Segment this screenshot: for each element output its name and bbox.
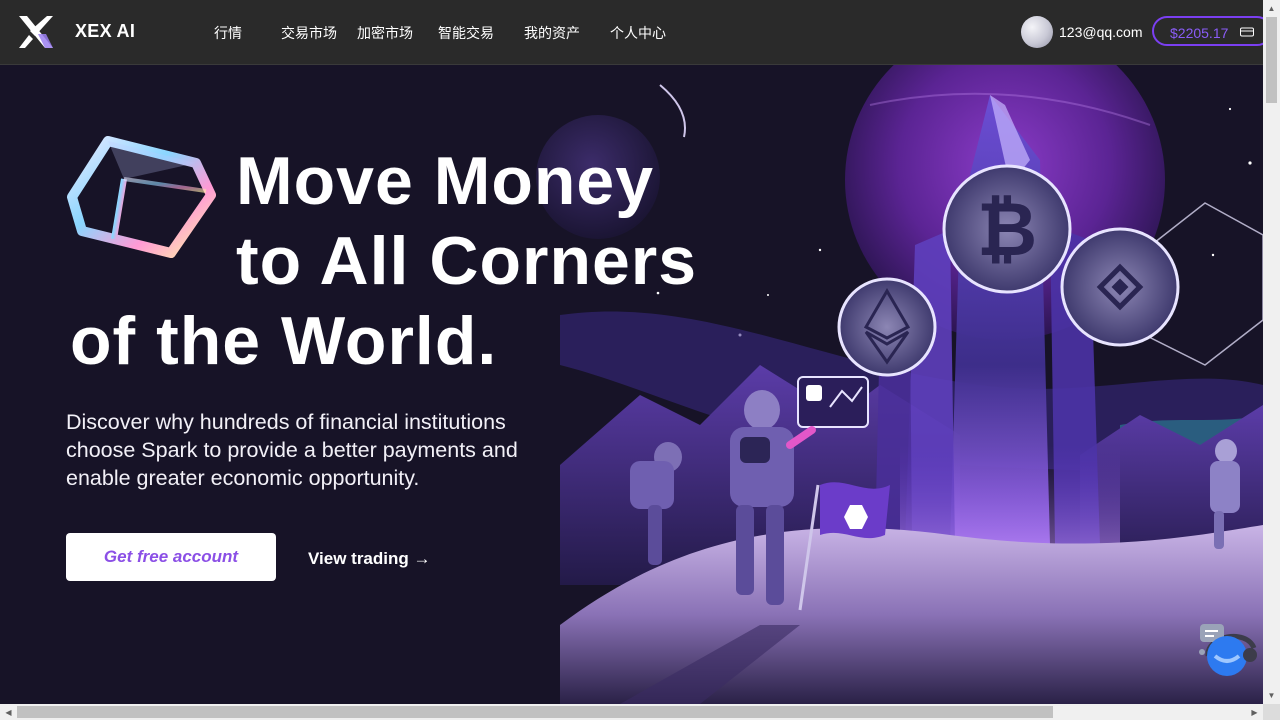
binance-icon <box>1060 227 1180 347</box>
user-email[interactable]: 123@qq.com <box>1059 24 1142 40</box>
brand-name[interactable]: XEX AI <box>75 21 135 42</box>
bitcoin-icon: ₿ <box>942 164 1072 294</box>
nav-my-assets[interactable]: 我的资产 <box>524 23 580 43</box>
nav-trading-market[interactable]: 交易市场 <box>281 23 337 43</box>
nav-smart-trading[interactable]: 智能交易 <box>438 23 494 43</box>
view-trading-link[interactable]: View trading → <box>308 549 431 569</box>
balance-value: $2205.17 <box>1170 25 1229 41</box>
wallet-icon <box>1240 27 1254 37</box>
headline-line-3: of the World. <box>70 303 498 379</box>
scroll-up-arrow-icon[interactable]: ▲ <box>1263 0 1280 17</box>
vertical-scrollbar[interactable]: ▲ ▼ <box>1263 0 1280 704</box>
horizontal-scrollbar[interactable]: ◀ ▶ <box>0 704 1263 720</box>
headset-chat-icon[interactable] <box>1198 622 1262 682</box>
balance-button[interactable]: $2205.17 <box>1152 16 1272 46</box>
scrollbar-corner <box>1263 704 1280 720</box>
headline-line-1: Move Money <box>236 143 655 219</box>
hero-section: ₿ Move Money to All Corners of the World… <box>0 65 1263 704</box>
svg-text:₿: ₿ <box>977 187 1037 273</box>
horizontal-scroll-thumb[interactable] <box>17 706 1053 718</box>
ethereum-icon <box>837 277 937 377</box>
scroll-left-arrow-icon[interactable]: ◀ <box>0 704 17 720</box>
avatar[interactable] <box>1021 16 1053 48</box>
nav-crypto-market[interactable]: 加密市场 <box>357 23 413 43</box>
nav-personal-center[interactable]: 个人中心 <box>610 23 666 43</box>
scroll-down-arrow-icon[interactable]: ▼ <box>1263 687 1280 704</box>
headline-line-2: to All Corners <box>236 223 698 299</box>
x-logo-icon[interactable] <box>16 12 56 52</box>
vertical-scroll-thumb[interactable] <box>1266 17 1277 103</box>
glass-cube-icon <box>67 136 216 258</box>
get-free-account-button[interactable]: Get free account <box>66 533 276 581</box>
scroll-right-arrow-icon[interactable]: ▶ <box>1246 704 1263 720</box>
top-navbar: XEX AI 行情 交易市场 加密市场 智能交易 我的资产 个人中心 123@q… <box>0 0 1272 65</box>
hero-description: Discover why hundreds of financial insti… <box>66 410 518 490</box>
nav-market-quotes[interactable]: 行情 <box>214 23 242 43</box>
